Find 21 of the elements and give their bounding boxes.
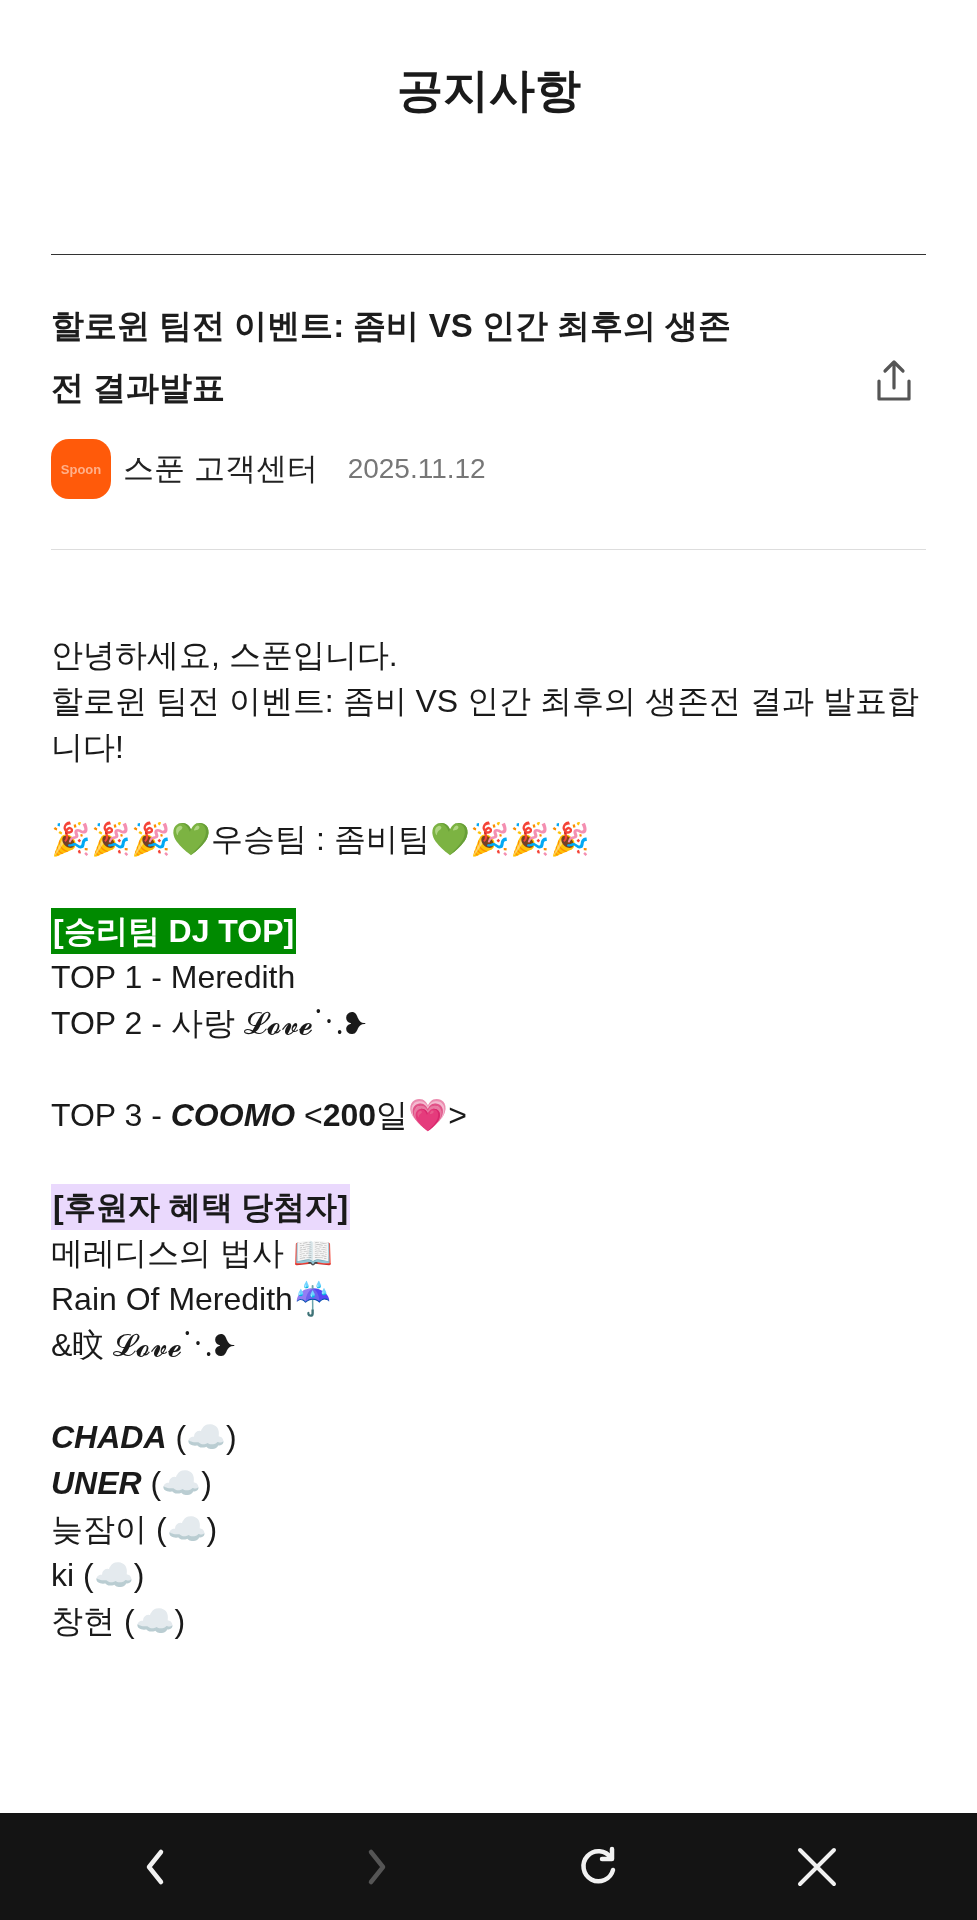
body-text: Rain Of Meredith☔ [51, 1280, 333, 1319]
author-name: 스푼 고객센터 [123, 450, 318, 488]
body-text: 창현 (☁) [51, 1602, 186, 1641]
body-text: 🎉🎉🎉💚우승팀 : 좀비팀💚🎉🎉🎉 [51, 820, 590, 859]
section-heading: [승리팀 DJ TOP] [51, 908, 297, 954]
body-text: UNER (☁) [51, 1464, 212, 1503]
page-title: 공지사항 [395, 63, 582, 118]
body-text: 늦잠이 (☁) [51, 1510, 218, 1549]
section-heading: [후원자 혜택 당첨자] [51, 1184, 351, 1230]
body-text: 할로윈 팀전 이벤트: 좀비 VS 인간 최후의 생존전 결과 발표합니다! [51, 682, 920, 767]
body-text: TOP 1 - Meredith [51, 958, 296, 997]
post-title: 할로윈 팀전 이벤트: 좀비 VS 인간 최후의 생존전 결과발표 [51, 306, 733, 408]
brand-logo: Spoon [51, 439, 111, 499]
body-text: TOP 2 - 사랑 𝓛𝓸𝓿𝓮⋱❥ [51, 1004, 366, 1043]
body-text: &旼 𝓛𝓸𝓿𝓮⋱❥ [51, 1326, 236, 1365]
body-text: CHADA (☁) [51, 1418, 237, 1457]
body-text: 안녕하세요, 스푼입니다. [51, 636, 398, 675]
body-text: ki (☁) [51, 1556, 145, 1595]
post-date: 2025.11.12 [347, 453, 486, 485]
body-text: 메레디스의 법사 📖 [51, 1234, 333, 1273]
body-text: TOP 3 - COOMO <200일💗> [51, 1096, 467, 1135]
